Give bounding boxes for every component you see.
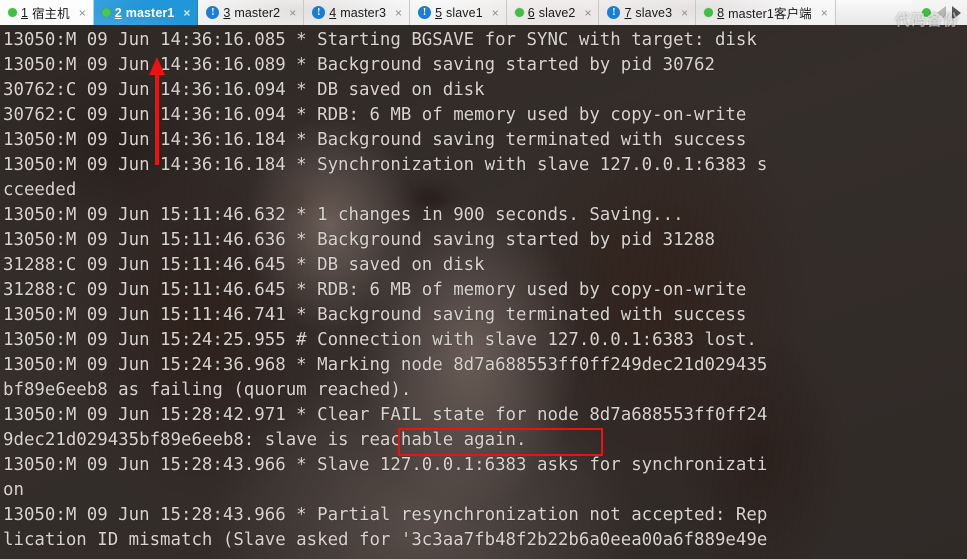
blue-exclamation-icon: ! bbox=[418, 6, 432, 19]
tab-label: slave2 bbox=[538, 5, 576, 20]
terminal-line: 30762:C 09 Jun 14:36:16.094 * RDB: 6 MB … bbox=[3, 105, 747, 125]
terminal-output: 13050:M 09 Jun 14:36:16.085 * Starting B… bbox=[0, 25, 967, 553]
blue-exclamation-icon: ! bbox=[607, 6, 621, 19]
tab-index: 3 bbox=[223, 5, 231, 20]
tab-index: 5 bbox=[435, 5, 443, 20]
tab-宿主机[interactable]: 1 宿主机 × bbox=[0, 0, 94, 25]
terminal-line: 13050:M 09 Jun 15:11:46.632 * 1 changes … bbox=[3, 205, 684, 225]
terminal-line: 13050:M 09 Jun 15:28:42.971 * Clear FAIL… bbox=[3, 405, 768, 425]
tab-slave3[interactable]: ! 7 slave3 × bbox=[599, 0, 697, 25]
terminal-line: cceeded bbox=[3, 180, 77, 200]
close-icon[interactable]: × bbox=[183, 7, 190, 19]
close-icon[interactable]: × bbox=[79, 7, 86, 19]
tab-index: 7 bbox=[624, 5, 632, 20]
green-dot-icon bbox=[101, 8, 111, 17]
terminal-line: on bbox=[3, 480, 24, 500]
tab-label: 宿主机 bbox=[31, 7, 70, 21]
terminal-pane[interactable]: 13050:M 09 Jun 14:36:16.085 * Starting B… bbox=[0, 25, 967, 559]
terminal-line: 13050:M 09 Jun 14:36:16.184 * Synchroniz… bbox=[3, 155, 768, 175]
terminal-line: 13050:M 09 Jun 14:36:16.085 * Starting B… bbox=[3, 30, 757, 50]
close-icon[interactable]: × bbox=[289, 7, 296, 19]
tab-slave1[interactable]: ! 5 slave1 × bbox=[410, 0, 507, 25]
nav-arrow-left-icon[interactable] bbox=[937, 5, 946, 20]
close-icon[interactable]: × bbox=[584, 7, 591, 19]
tab-slave2[interactable]: 6 slave2 × bbox=[506, 0, 600, 25]
green-dot-icon bbox=[922, 8, 931, 17]
tab-index: 6 bbox=[527, 5, 535, 20]
tab-master1客户端[interactable]: 8 master1客户端 × bbox=[696, 0, 836, 25]
terminal-line: 30762:C 09 Jun 14:36:16.094 * DB saved o… bbox=[3, 80, 485, 100]
terminal-line: 13050:M 09 Jun 15:11:46.741 * Background… bbox=[3, 305, 747, 325]
terminal-line: 13050:M 09 Jun 15:11:46.636 * Background… bbox=[3, 230, 715, 250]
close-icon[interactable]: × bbox=[492, 7, 499, 19]
terminal-line: 13050:M 09 Jun 15:24:25.955 # Connection… bbox=[3, 330, 757, 350]
terminal-line: 9dec21d029435bf89e6eeb8: slave is reacha… bbox=[3, 430, 527, 450]
tab-master1[interactable]: 2 master1 × bbox=[93, 0, 199, 25]
tab-index: 1 bbox=[21, 5, 28, 20]
tab-master3[interactable]: ! 4 master3 × bbox=[304, 0, 411, 25]
tab-label: master1 bbox=[125, 5, 175, 20]
tab-label: master3 bbox=[340, 5, 387, 20]
tab-bar: 1 宿主机 × 2 master1 ×! 3 master2 ×! 4 master3 ×! 5 slav… bbox=[0, 0, 967, 25]
terminal-line: 13050:M 09 Jun 14:36:16.184 * Background… bbox=[3, 130, 747, 150]
green-dot-icon bbox=[704, 8, 714, 17]
tab-master2[interactable]: ! 3 master2 × bbox=[198, 0, 305, 25]
terminal-line: 31288:C 09 Jun 15:11:46.645 * RDB: 6 MB … bbox=[3, 280, 747, 300]
terminal-line: 13050:M 09 Jun 15:24:36.968 * Marking no… bbox=[3, 355, 768, 375]
blue-exclamation-icon: ! bbox=[312, 6, 326, 19]
tab-label: slave3 bbox=[635, 5, 673, 20]
terminal-line: 13050:M 09 Jun 14:36:16.089 * Background… bbox=[3, 55, 715, 75]
tab-label: master1客户端 bbox=[728, 7, 812, 21]
tab-index: 8 bbox=[717, 5, 725, 20]
terminal-line: 13050:M 09 Jun 15:28:43.966 * Slave 127.… bbox=[3, 455, 768, 475]
close-icon[interactable]: × bbox=[395, 7, 402, 19]
terminal-line: lication ID mismatch (Slave asked for '3… bbox=[3, 530, 768, 550]
terminal-line: bf89e6eeb8 as failing (quorum reached). bbox=[3, 380, 412, 400]
tab-label: master2 bbox=[234, 5, 281, 20]
blue-exclamation-icon: ! bbox=[206, 6, 220, 19]
close-icon[interactable]: × bbox=[821, 7, 828, 19]
green-dot-icon bbox=[8, 8, 17, 17]
tab-index: 2 bbox=[114, 5, 122, 20]
terminal-window: 1 宿主机 × 2 master1 ×! 3 master2 ×! 4 master3 ×! 5 slav… bbox=[0, 0, 967, 559]
tab-label: slave1 bbox=[446, 5, 483, 20]
terminal-line: 13050:M 09 Jun 15:28:43.966 * Partial re… bbox=[3, 505, 768, 525]
nav-arrow-right-icon[interactable] bbox=[952, 5, 961, 20]
green-dot-icon bbox=[514, 8, 524, 17]
close-icon[interactable]: × bbox=[681, 7, 688, 19]
tab-bar-controls bbox=[912, 0, 967, 25]
terminal-line: 31288:C 09 Jun 15:11:46.645 * DB saved o… bbox=[3, 255, 485, 275]
tab-index: 4 bbox=[329, 5, 337, 20]
